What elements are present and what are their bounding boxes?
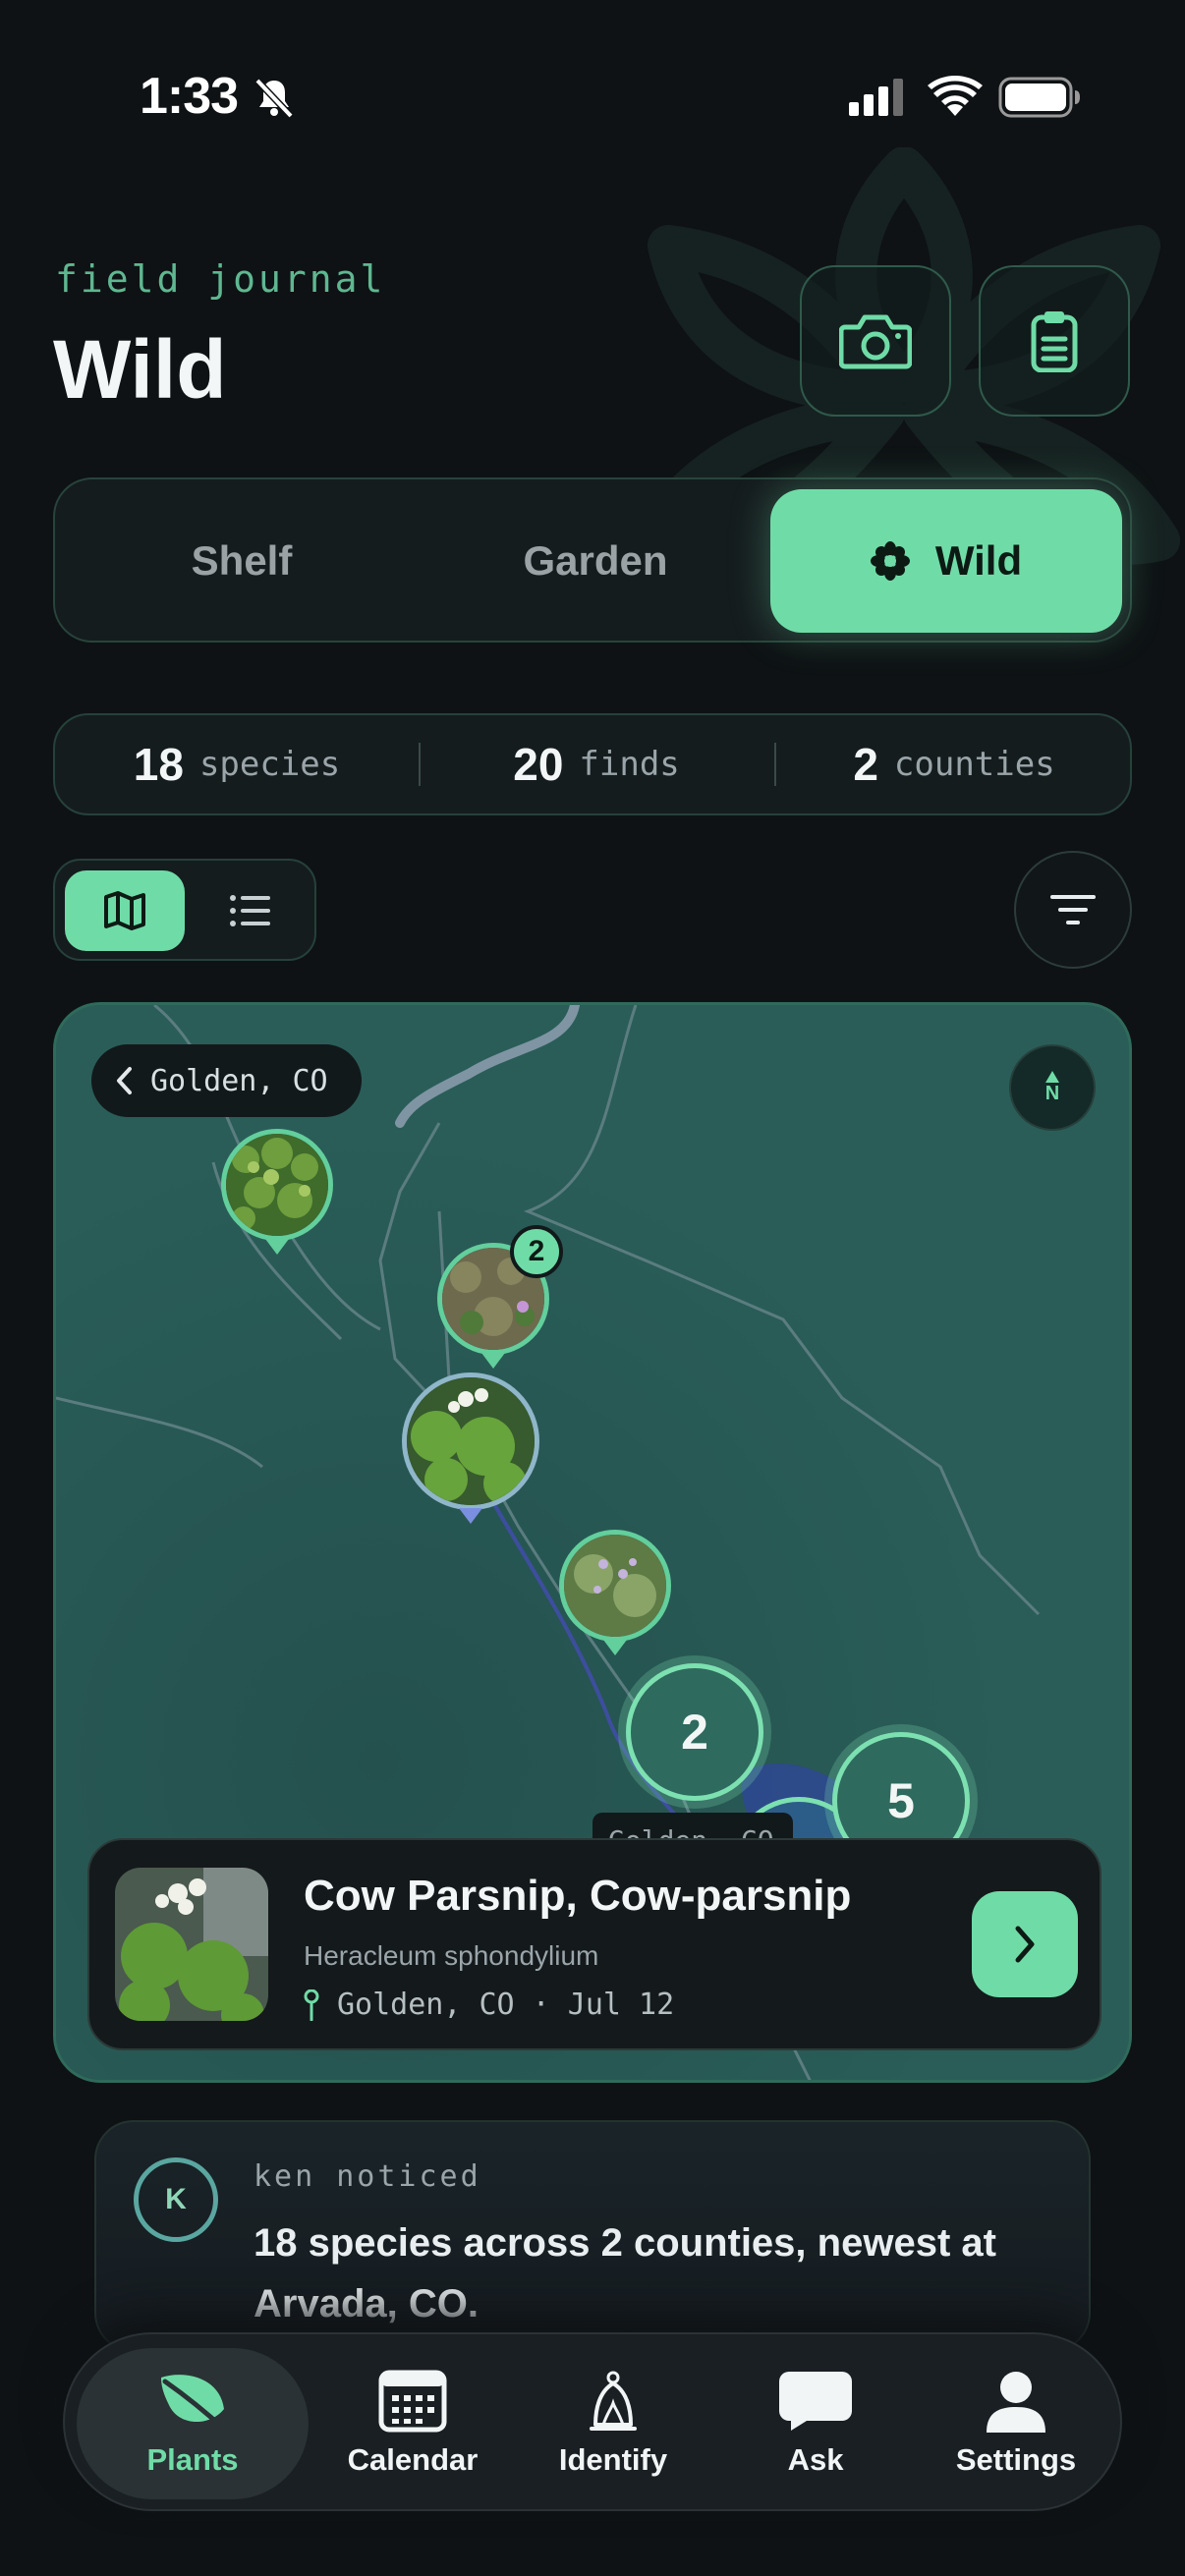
camera-button[interactable] <box>800 265 951 417</box>
insight-card[interactable]: K ken noticed 18 species across 2 counti… <box>94 2120 1091 2352</box>
compass-icon <box>1045 1070 1059 1083</box>
tab-label: Plants <box>146 2442 239 2477</box>
tab-settings[interactable]: Settings <box>918 2348 1114 2499</box>
stat-value: 20 <box>513 739 564 790</box>
species-meta-text: Golden, CO · Jul 12 <box>337 1988 675 2022</box>
list-view-button[interactable] <box>193 870 309 951</box>
leaf-icon <box>161 2375 229 2433</box>
page-title: Wild <box>53 323 227 416</box>
stat-label: counties <box>893 745 1055 784</box>
map-icon <box>104 891 145 930</box>
list-icon <box>230 895 270 926</box>
battery-icon <box>998 77 1080 118</box>
clipboard-button[interactable] <box>979 265 1130 417</box>
tab-label: Identify <box>558 2442 668 2477</box>
stats-bar: 18 species 20 finds 2 counties <box>53 713 1132 815</box>
stat-value: 2 <box>853 739 878 790</box>
pin-tail <box>603 1640 627 1655</box>
insight-text: 18 species across 2 counties, newest at … <box>254 2221 996 2325</box>
species-meta: Golden, CO · Jul 12 <box>304 1988 674 2022</box>
tab-bar: Plants Calendar Identify Ask Settings <box>63 2332 1122 2511</box>
status-time: 1:33 <box>140 68 239 125</box>
species-common-name: Cow Parsnip, Cow-parsnip <box>304 1872 852 1920</box>
stat-finds: 20 finds <box>419 715 774 813</box>
flower-icon <box>870 541 910 581</box>
compass-button[interactable]: N <box>1009 1044 1096 1131</box>
selected-find-pin[interactable] <box>402 1372 539 1510</box>
stat-label: species <box>198 745 341 784</box>
tab-ask[interactable]: Ask <box>717 2348 914 2499</box>
plant-photo <box>115 1868 268 2021</box>
plant-photo <box>407 1377 535 1505</box>
tab-label: Settings <box>955 2442 1077 2477</box>
pin-tail <box>481 1353 505 1369</box>
species-card[interactable]: Cow Parsnip, Cow-parsnip Heracleum sphon… <box>87 1838 1101 2050</box>
plant-photo <box>226 1134 328 1236</box>
chat-icon <box>779 2372 852 2431</box>
filter-icon <box>1050 895 1096 924</box>
view-toggle <box>53 859 316 961</box>
stat-label: finds <box>579 745 680 784</box>
filter-button[interactable] <box>1014 851 1132 969</box>
find-pin[interactable] <box>559 1530 671 1642</box>
segment-wild[interactable]: Wild <box>770 489 1122 633</box>
segment-shelf[interactable]: Shelf <box>75 489 409 633</box>
location-chip-label: Golden, CO <box>150 1063 328 1098</box>
calendar-icon <box>378 2370 447 2433</box>
identify-icon <box>590 2371 637 2431</box>
finds-map[interactable]: Golden, CO N 2 2 5 Cow Parsnip, Cow-pars… <box>53 1002 1132 2083</box>
pin-tail <box>459 1508 482 1524</box>
map-view-button[interactable] <box>65 870 185 951</box>
wifi-icon <box>928 75 983 116</box>
species-photo <box>115 1868 268 2021</box>
pin-count-badge: 2 <box>510 1225 563 1278</box>
tab-identify[interactable]: Identify <box>515 2348 711 2499</box>
collection-segmented-control: Shelf Garden Wild <box>53 477 1132 643</box>
tab-plants[interactable]: Plants <box>77 2348 309 2499</box>
find-pin[interactable] <box>221 1129 333 1241</box>
segment-garden[interactable]: Garden <box>428 489 762 633</box>
segment-wild-label: Wild <box>934 537 1023 584</box>
species-scientific-name: Heracleum sphondylium <box>304 1940 599 1971</box>
bell-slash-icon <box>254 78 294 119</box>
stat-counties: 2 counties <box>774 715 1134 813</box>
map-cluster[interactable]: 2 <box>626 1663 763 1801</box>
plant-photo <box>564 1535 666 1637</box>
stat-value: 18 <box>133 739 184 790</box>
tab-label: Calendar <box>347 2442 479 2477</box>
pin-tail <box>265 1239 289 1255</box>
tab-label: Ask <box>787 2442 844 2477</box>
location-back-chip[interactable]: Golden, CO <box>91 1044 362 1117</box>
open-species-button[interactable] <box>972 1891 1078 1997</box>
signal-icon <box>849 79 903 116</box>
tab-calendar[interactable]: Calendar <box>314 2348 511 2499</box>
stat-species: 18 species <box>55 715 419 813</box>
chevron-left-icon <box>117 1067 132 1094</box>
compass-label: N <box>1044 1082 1060 1104</box>
page-eyebrow: field journal <box>55 257 386 301</box>
insight-kicker: ken noticed <box>254 2159 481 2194</box>
avatar: K <box>134 2157 218 2242</box>
pin-icon <box>304 1988 319 2021</box>
camera-icon <box>839 314 912 369</box>
person-icon <box>987 2372 1045 2433</box>
clipboard-icon <box>1031 311 1078 372</box>
chevron-right-icon <box>1015 1926 1035 1963</box>
